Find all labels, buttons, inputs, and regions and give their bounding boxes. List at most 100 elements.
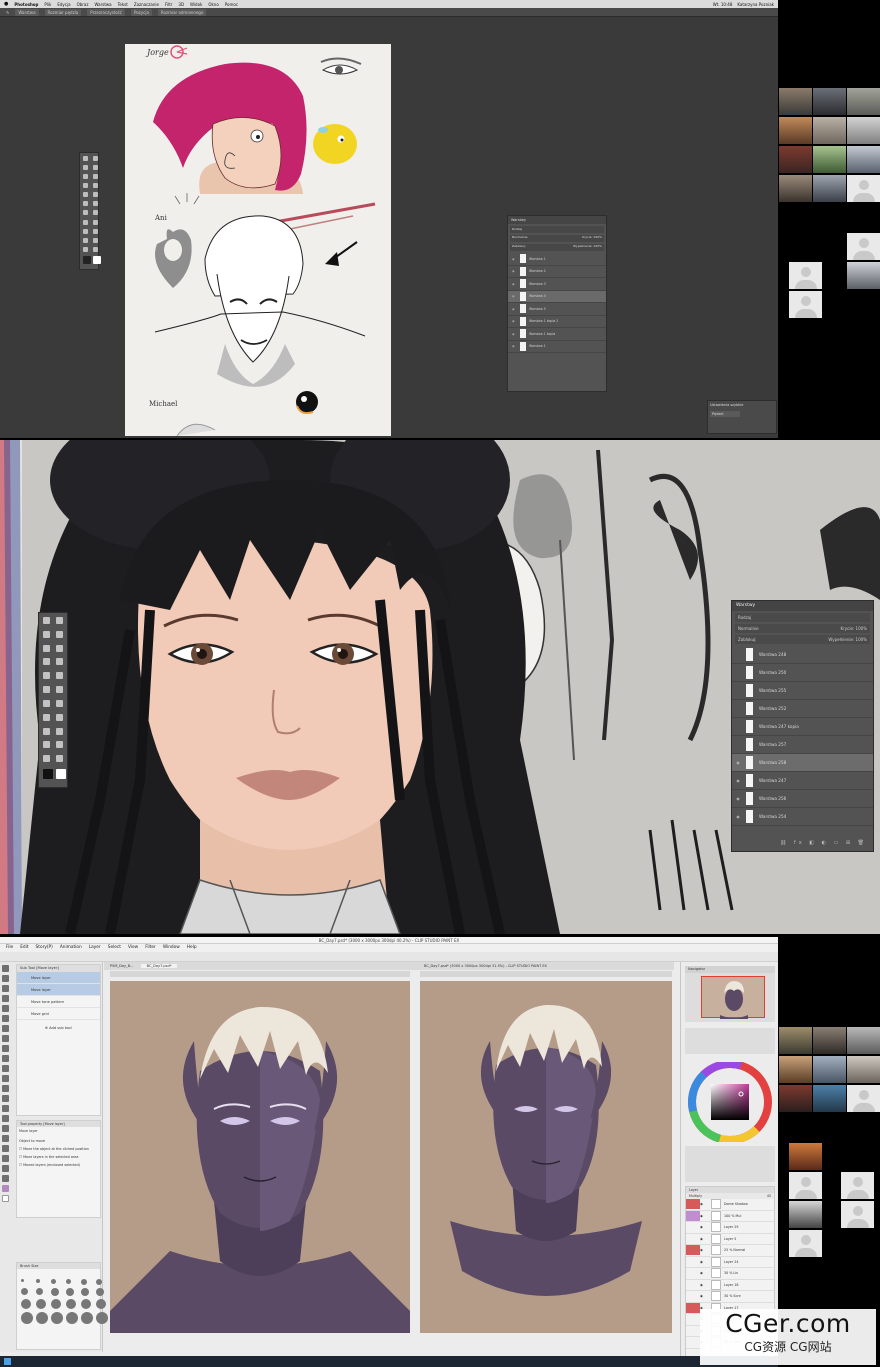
pen-tool-icon[interactable] (2, 1035, 9, 1042)
menu-item[interactable]: Plik (44, 2, 51, 7)
gradient-tool-icon[interactable] (43, 699, 50, 707)
move-layer-tool-icon[interactable] (2, 995, 9, 1002)
user-name[interactable]: Katarzyna Pozniak (737, 2, 774, 7)
color-tool-row[interactable] (685, 1028, 775, 1054)
menu-item[interactable]: Obraz (77, 2, 89, 7)
visibility-eye-icon[interactable]: ◉ (512, 319, 517, 323)
navigator-preview[interactable] (701, 976, 765, 1019)
pen-tool-icon[interactable] (56, 713, 63, 721)
menu-item[interactable]: 3D (178, 2, 184, 7)
layer-row[interactable]: Warstwa 248 (732, 646, 873, 664)
eraser-tool-icon[interactable] (56, 686, 63, 694)
layer-row[interactable]: ◉ Warstwa 1 (508, 253, 606, 266)
brush-size-preset[interactable] (36, 1288, 43, 1295)
add-subtool-button[interactable]: ⊕ Add sub tool (17, 1020, 100, 1030)
airbrush-tool-icon[interactable] (2, 1065, 9, 1072)
participant-placeholder[interactable] (841, 1201, 874, 1228)
pencil-tool-icon[interactable] (2, 1045, 9, 1052)
menu-item[interactable]: Warstwa (94, 2, 111, 7)
visibility-eye-icon[interactable]: ◉ (512, 294, 517, 298)
layer-row[interactable]: ◉ Warstwa 1 kopia 2 (508, 316, 606, 328)
participant-video[interactable] (847, 1056, 880, 1083)
layer-row[interactable]: ◉ Warstwa 258 (732, 754, 873, 772)
brush-size-preset[interactable] (66, 1312, 78, 1324)
fill-tool-icon[interactable] (2, 1105, 9, 1112)
brush-size-preset[interactable] (81, 1312, 93, 1324)
brush-size-preset[interactable] (96, 1279, 102, 1285)
brush-tool-icon[interactable] (83, 192, 88, 198)
participant-video[interactable] (813, 1056, 846, 1083)
participant-placeholder[interactable] (789, 262, 822, 289)
menu-item[interactable]: Okno (208, 2, 218, 7)
menu-item[interactable]: Filtr (165, 2, 172, 7)
main-color-swatch[interactable] (2, 1185, 9, 1192)
apple-icon[interactable]: ● (4, 1, 8, 7)
lasso-tool-icon[interactable] (43, 630, 50, 638)
shape-tool-icon[interactable] (83, 237, 88, 243)
visibility-eye-icon[interactable]: ◉ (700, 1271, 708, 1275)
color-history[interactable] (685, 1146, 775, 1182)
menu-item[interactable]: Window (163, 944, 180, 952)
participant-video[interactable] (813, 1085, 846, 1112)
hand-tool-icon[interactable] (93, 237, 98, 243)
canvas-right[interactable] (420, 981, 672, 1333)
layer-row[interactable]: ◉ Warstwa 3 (508, 278, 606, 291)
layer-row[interactable]: ◉ Layer 24 (686, 1256, 774, 1268)
participant-video[interactable] (813, 175, 846, 202)
option-checkbox[interactable]: ☐ Move layers in the selected area (19, 1155, 98, 1159)
visibility-eye-icon[interactable]: ◉ (512, 269, 517, 273)
visibility-eye-icon[interactable]: ◉ (732, 778, 744, 783)
move-tool-icon[interactable] (83, 156, 88, 161)
auto-select-tool-icon[interactable] (2, 1015, 9, 1022)
pen-tool-icon[interactable] (93, 219, 98, 225)
move-tool-icon[interactable] (2, 975, 9, 982)
heal-tool-icon[interactable] (56, 658, 63, 666)
visibility-eye-icon[interactable]: ◉ (700, 1260, 708, 1264)
lock-row[interactable]: Zablokuj: Wypełnienie: 100% (510, 244, 604, 251)
participant-video[interactable] (847, 117, 880, 144)
participant-video[interactable] (779, 117, 812, 144)
participant-video[interactable] (779, 1027, 812, 1054)
participant-video[interactable] (789, 1201, 822, 1228)
brush-size-preset[interactable] (51, 1288, 59, 1296)
blend-mode-select[interactable]: Normalnie Krycie: 100% (510, 235, 604, 242)
brush-size-preset[interactable] (36, 1299, 46, 1309)
menu-item[interactable]: Layer (89, 944, 101, 952)
participant-placeholder[interactable] (789, 1172, 822, 1199)
visibility-eye-icon[interactable]: ◉ (512, 307, 517, 311)
participant-video[interactable] (779, 1085, 812, 1112)
operation-tool-icon[interactable] (2, 985, 9, 992)
blur-tool-icon[interactable] (56, 699, 63, 707)
wand-tool-icon[interactable] (93, 165, 98, 171)
participant-video[interactable] (847, 1027, 880, 1054)
eraser-tool-icon[interactable] (2, 1085, 9, 1092)
dodge-tool-icon[interactable] (83, 219, 88, 225)
lasso-tool-icon[interactable] (83, 165, 88, 171)
layer-row[interactable]: Warstwa 247 kopia (732, 718, 873, 736)
foreground-color-swatch[interactable] (83, 255, 91, 264)
gradient-tool-icon[interactable] (83, 210, 88, 216)
eyedropper-tool-icon[interactable] (2, 1025, 9, 1032)
ruler-tool-icon[interactable] (2, 1145, 9, 1152)
layer-row[interactable]: ◉ 30 % Lin (686, 1268, 774, 1280)
menu-item[interactable]: Select (108, 944, 121, 952)
crop-tool-icon[interactable] (43, 644, 50, 652)
document-canvas[interactable]: Jorge Ani Michael (125, 44, 391, 436)
history-brush-icon[interactable] (83, 201, 88, 207)
color-wheel-panel[interactable] (687, 1060, 773, 1144)
subtool-item[interactable]: Move grid (17, 1008, 100, 1020)
brush-size-preset[interactable] (81, 1279, 87, 1285)
eraser-tool-icon[interactable] (93, 201, 98, 207)
option-checkbox[interactable]: ☐ Move the object at the clicked positio… (19, 1147, 98, 1151)
brush-size-preset[interactable] (51, 1299, 61, 1309)
brush-tool-icon[interactable] (43, 672, 50, 680)
background-color-swatch[interactable] (56, 769, 66, 780)
subtool-item[interactable]: Move tone pattern (17, 996, 100, 1008)
visibility-eye-icon[interactable]: ◉ (700, 1237, 708, 1241)
participant-video[interactable] (847, 88, 880, 115)
marquee-tool-icon[interactable] (93, 156, 98, 161)
brush-size-preset[interactable] (51, 1312, 63, 1324)
balloon-tool-icon[interactable] (2, 1165, 9, 1172)
blend-mode-select[interactable]: Normalnie Krycie: 100% (735, 624, 870, 633)
brush-size-preset[interactable] (96, 1312, 108, 1324)
